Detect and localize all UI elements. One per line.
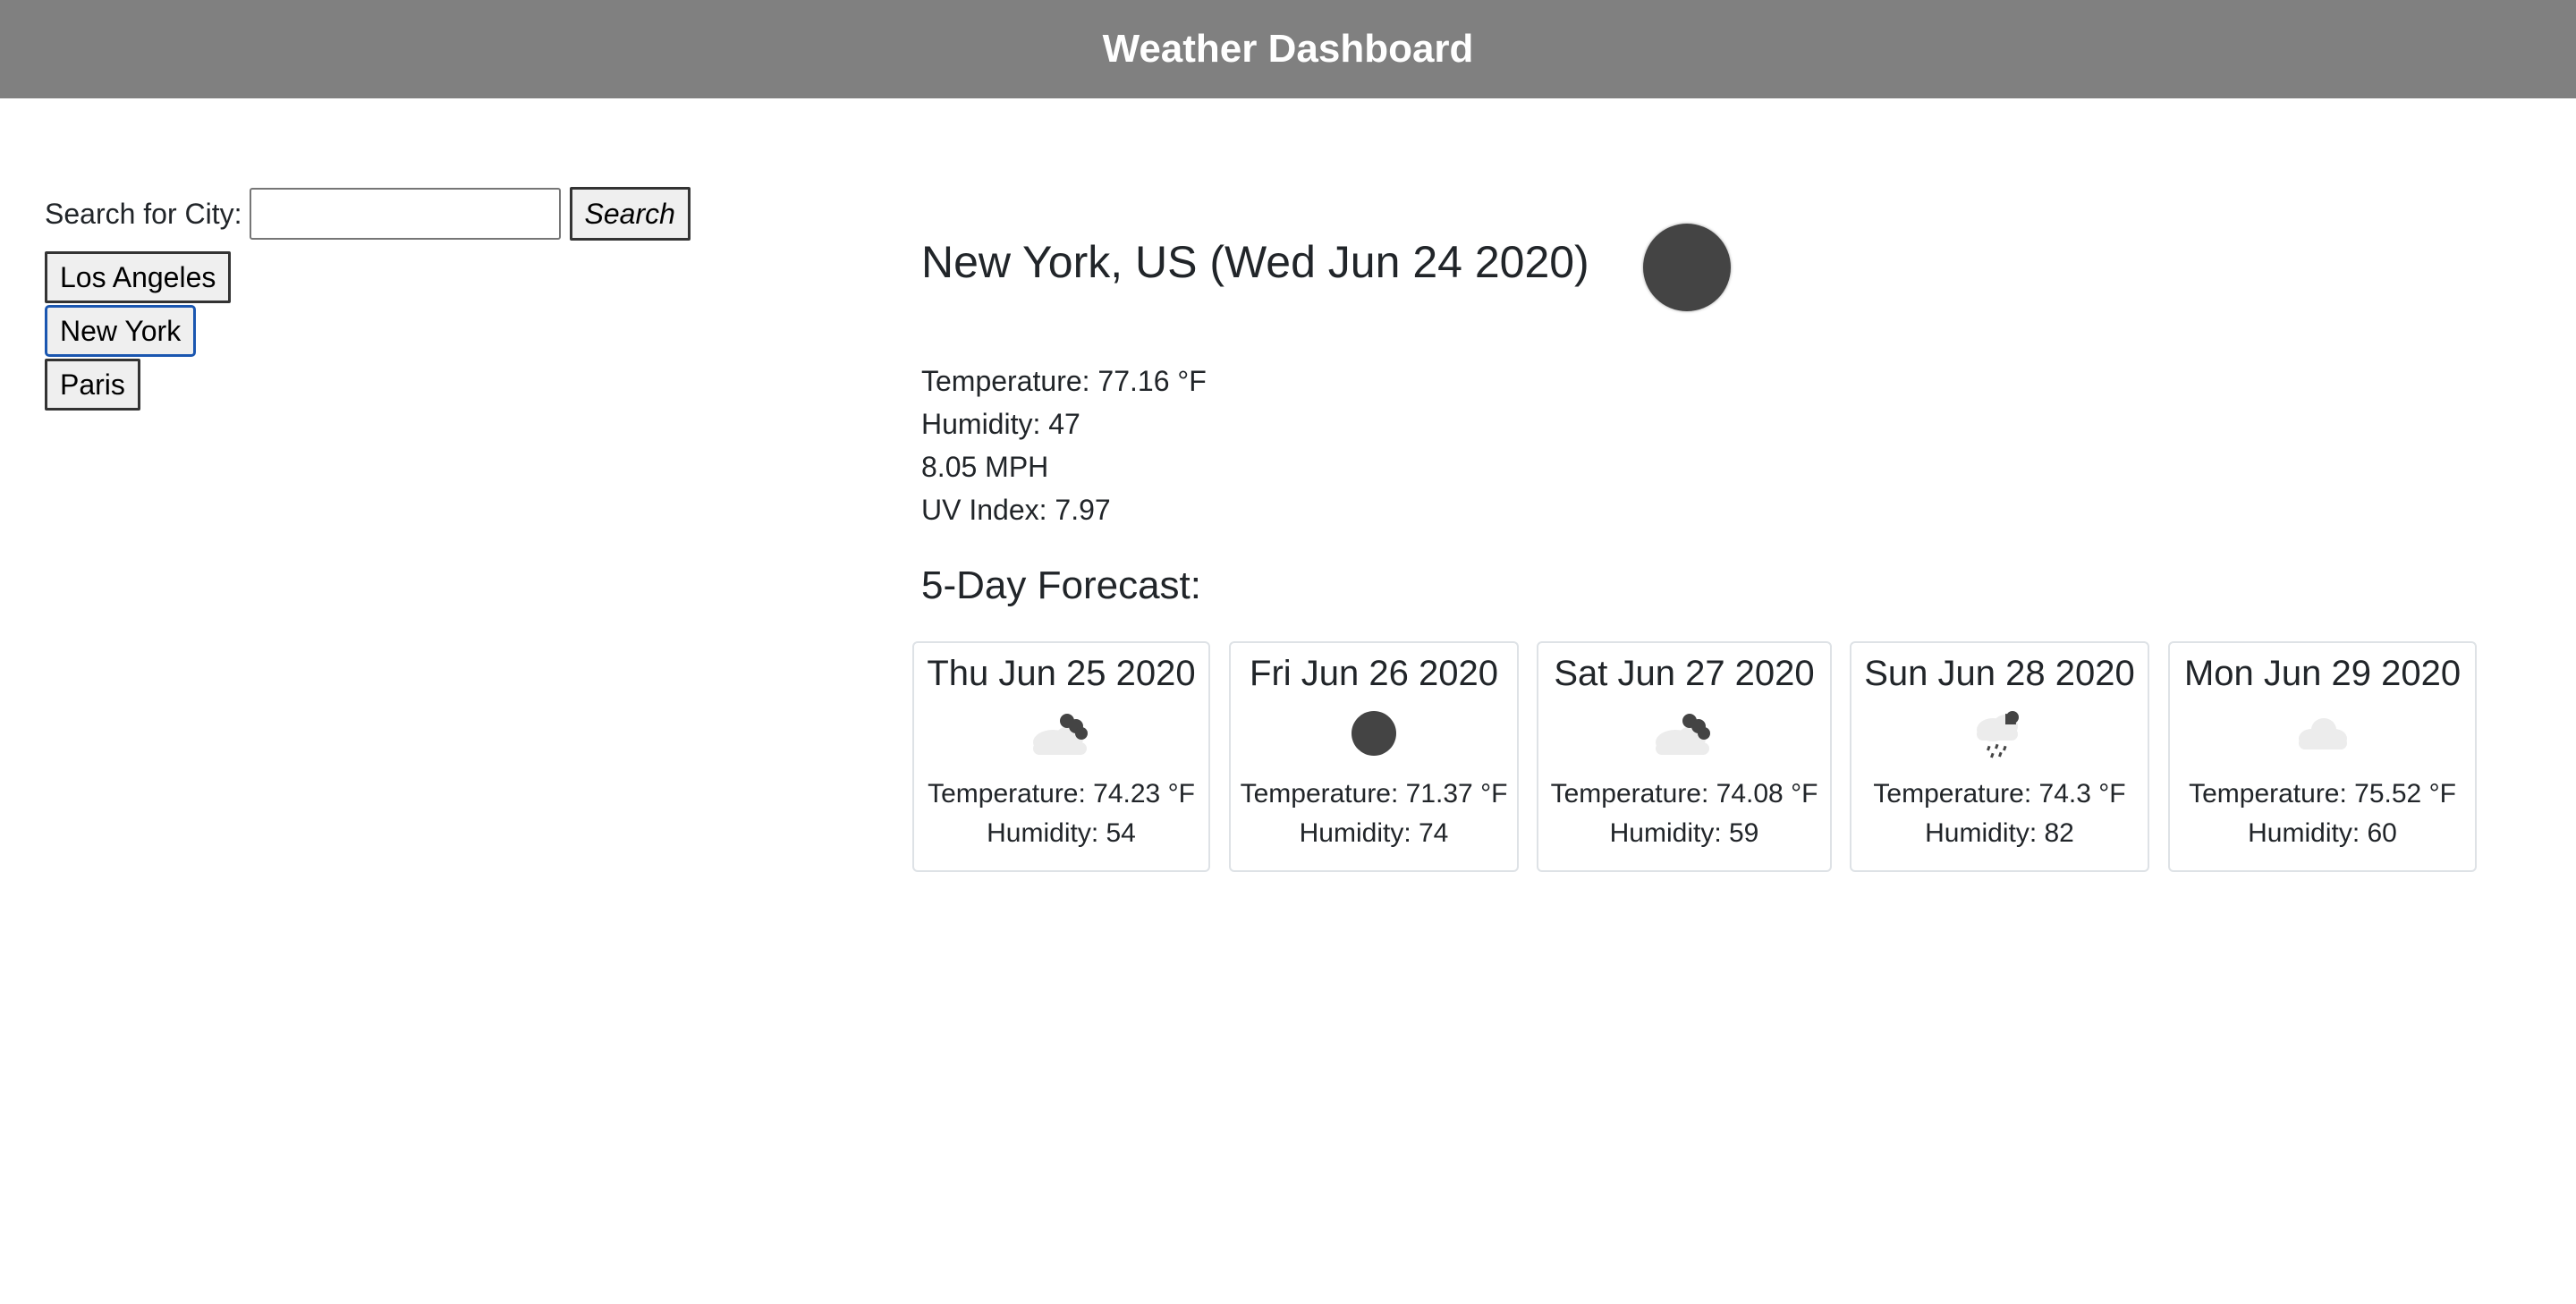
forecast-card: Sun Jun 28 2020 Temperature: 74.3 °F Hum… (1850, 641, 2149, 872)
forecast-date: Fri Jun 26 2020 (1250, 654, 1498, 693)
forecast-humidity: Humidity: 54 (987, 818, 1136, 848)
app-header: Weather Dashboard (0, 0, 2576, 98)
clear-sky-icon (1643, 224, 1731, 311)
city-history-list: Los Angeles New York Paris (45, 251, 232, 412)
current-wind-speed: 8.05 MPH (921, 451, 1049, 483)
forecast-card: Thu Jun 25 2020 Temperature: 74.23 °F Hu… (912, 641, 1210, 872)
partly-cloudy-icon (1032, 714, 1088, 755)
current-humidity: Humidity: 47 (921, 408, 1080, 440)
forecast-temperature: Temperature: 75.52 °F (2189, 779, 2456, 809)
current-stats: Temperature: 77.16 °F Humidity: 47 8.05 … (921, 360, 1207, 531)
forecast-humidity: Humidity: 82 (1925, 818, 2074, 848)
current-uv-index: UV Index: 7.97 (921, 494, 1111, 526)
current-city-title: New York, US (Wed Jun 24 2020) (921, 237, 1589, 287)
forecast-temperature: Temperature: 74.08 °F (1550, 779, 1818, 809)
forecast-humidity: Humidity: 60 (2248, 818, 2397, 848)
forecast-card: Mon Jun 29 2020 Temperature: 75.52 °F Hu… (2168, 641, 2477, 872)
search-label: Search for City: (45, 197, 242, 230)
search-row: Search for City: Search (45, 187, 691, 241)
search-button[interactable]: Search (569, 187, 691, 241)
forecast-date: Sat Jun 27 2020 (1554, 654, 1815, 693)
forecast-humidity: Humidity: 74 (1299, 818, 1449, 848)
forecast-card: Sat Jun 27 2020 Temperature: 74.08 °F Hu… (1537, 641, 1832, 872)
forecast-date: Thu Jun 25 2020 (927, 654, 1196, 693)
app-title: Weather Dashboard (1102, 27, 1474, 71)
city-button-paris[interactable]: Paris (45, 359, 140, 411)
city-button-los-angeles[interactable]: Los Angeles (45, 251, 232, 303)
city-button-new-york[interactable]: New York (45, 305, 197, 357)
cloud-icon (2298, 718, 2347, 749)
forecast-temperature: Temperature: 71.37 °F (1240, 779, 1508, 809)
forecast-humidity: Humidity: 59 (1609, 818, 1759, 848)
forecast-temperature: Temperature: 74.23 °F (928, 779, 1195, 809)
clear-sky-icon (1352, 711, 1396, 756)
partly-cloudy-icon (1656, 714, 1710, 755)
forecast-card: Fri Jun 26 2020 Temperature: 71.37 °F Hu… (1229, 641, 1519, 872)
search-input[interactable] (249, 188, 561, 240)
forecast-title: 5-Day Forecast: (921, 563, 1201, 607)
forecast-temperature: Temperature: 74.3 °F (1873, 779, 2126, 809)
current-temperature: Temperature: 77.16 °F (921, 365, 1207, 397)
rain-icon (1976, 711, 2019, 758)
forecast-date: Mon Jun 29 2020 (2183, 654, 2462, 693)
forecast-date: Sun Jun 28 2020 (1864, 654, 2135, 693)
